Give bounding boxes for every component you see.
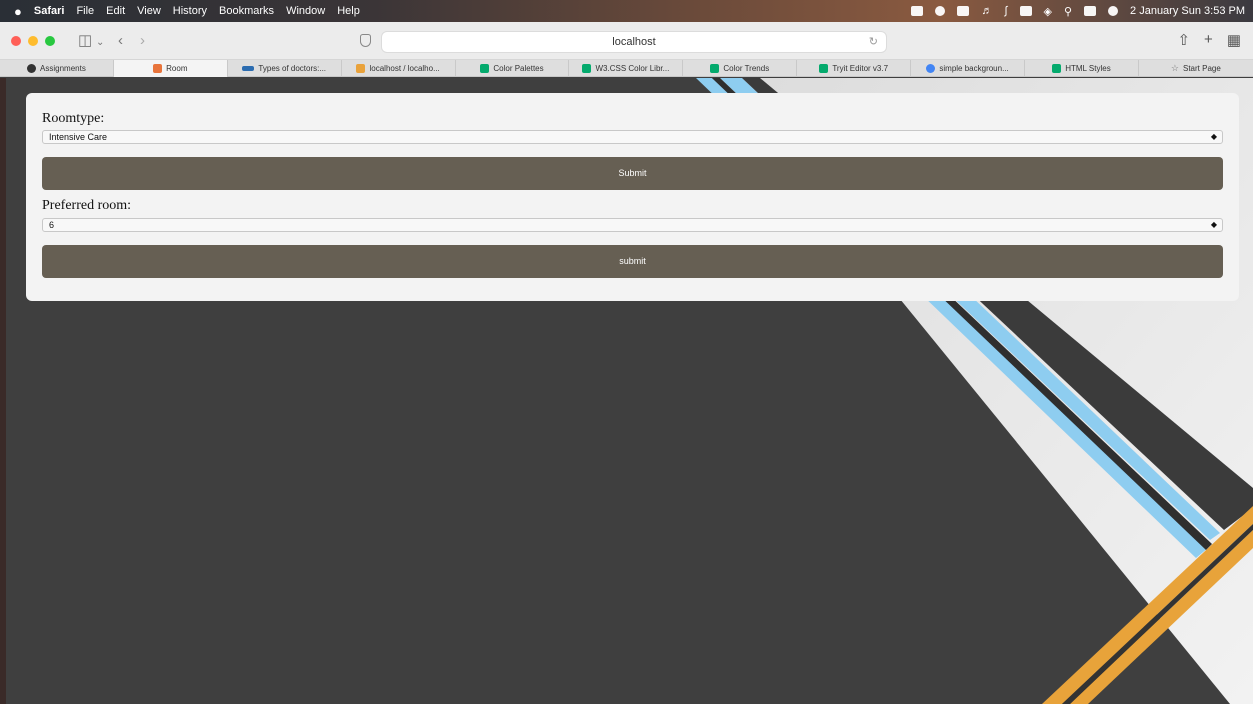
spotlight-search-icon[interactable]: ⚲ [1064,5,1072,18]
url-text: localhost [612,36,656,48]
screen-share-icon[interactable] [911,6,924,16]
share-icon[interactable]: ⇧ [1177,31,1190,49]
menu-file[interactable]: File [76,5,94,17]
privacy-shield-icon[interactable] [360,34,371,47]
new-tab-button[interactable]: + [1204,31,1213,49]
zoom-window-button[interactable] [45,36,55,46]
room-form-card: Roomtype: Intensive Care ◆ Submit Prefer… [26,93,1239,301]
page-viewport: Roomtype: Intensive Care ◆ Submit Prefer… [0,78,1253,704]
tab-start-page[interactable]: ☆ Start Page [1139,60,1253,77]
minimize-window-button[interactable] [28,36,38,46]
menu-bookmarks[interactable]: Bookmarks [219,5,274,17]
tab-room[interactable]: Room [113,60,228,77]
tab-label: Start Page [1182,64,1221,73]
battery-icon[interactable] [1019,6,1032,16]
menu-window[interactable]: Window [286,5,325,17]
submit-roomtype-button[interactable]: Submit [42,157,1223,190]
roomtype-selected-value: Intensive Care [49,132,108,142]
select-arrows-icon: ◆ [1210,220,1217,229]
input-source-icon[interactable] [957,6,970,16]
reload-icon[interactable]: ↻ [869,32,878,52]
select-arrows-icon: ◆ [1210,132,1217,141]
siri-icon[interactable] [1108,6,1119,16]
tab-favicon-icon [27,64,37,73]
forward-button[interactable]: › [140,31,145,51]
window-controls [11,36,55,46]
menubar-clock[interactable]: 2 January Sun 3:53 PM [1130,5,1245,17]
menu-history[interactable]: History [173,5,207,17]
tab-label: Tryit Editor v3.7 [832,64,889,73]
tab-label: localhost / localho... [369,64,440,73]
bluetooth-icon[interactable]: ∫ [1004,5,1007,17]
tab-label: simple backgroun... [939,64,1009,73]
back-button[interactable]: ‹ [118,31,123,51]
app-menu-safari[interactable]: Safari [34,5,65,17]
tab-favicon-icon [819,64,829,73]
close-window-button[interactable] [11,36,21,46]
tab-tryit-editor[interactable]: Tryit Editor v3.7 [797,60,912,77]
tab-bar: Assignments Room Types of doctors:... lo… [0,60,1253,77]
tab-favicon-icon [582,64,592,73]
tab-label: Assignments [40,64,86,73]
control-center-icon[interactable] [1084,6,1097,16]
tab-html-styles[interactable]: HTML Styles [1025,60,1139,77]
browser-toolbar: ◫ ⌄ ‹ › localhost ↻ ⇧ + ▦ [0,22,1253,60]
tab-favicon-icon [1052,64,1062,73]
volume-icon[interactable]: ♬ [981,5,992,17]
tab-label: W3.CSS Color Libr... [595,64,670,73]
tab-label: HTML Styles [1065,64,1111,73]
chevron-down-icon[interactable]: ⌄ [96,33,104,53]
tab-localhost[interactable]: localhost / localho... [342,60,456,77]
tab-favicon-icon [356,64,366,73]
tab-color-palettes[interactable]: Color Palettes [456,60,570,77]
tab-types-of-doctors[interactable]: Types of doctors:... [228,60,342,77]
apple-menu-icon[interactable]: ● [14,4,22,19]
tab-label: Room [166,64,188,73]
star-icon: ☆ [1170,63,1179,73]
tab-simple-background[interactable]: simple backgroun... [911,60,1026,77]
roomtype-select[interactable]: Intensive Care ◆ [42,130,1223,144]
menu-edit[interactable]: Edit [106,5,125,17]
preferred-room-select[interactable]: 6 ◆ [42,218,1223,232]
tab-label: Color Palettes [493,64,544,73]
macos-menu-bar: ● Safari File Edit View History Bookmark… [0,0,1253,22]
menu-view[interactable]: View [137,5,161,17]
wifi-icon[interactable]: ◈ [1044,5,1052,18]
tab-favicon-icon [153,64,163,73]
submit-preferred-room-button[interactable]: submit [42,245,1223,278]
tab-label: Color Trends [723,64,770,73]
address-bar[interactable]: localhost ↻ [381,31,887,53]
tab-favicon-icon [242,66,255,71]
google-icon [926,64,936,73]
tab-color-trends[interactable]: Color Trends [683,60,798,77]
preferred-room-selected-value: 6 [49,220,55,230]
tab-favicon-icon [480,64,490,73]
tab-label: Types of doctors:... [258,64,327,73]
record-icon[interactable] [935,6,946,16]
tab-w3css-color-library[interactable]: W3.CSS Color Libr... [569,60,684,77]
preferred-room-label: Preferred room: [42,198,132,213]
menu-help[interactable]: Help [337,5,360,17]
tab-overview-icon[interactable]: ▦ [1227,31,1241,49]
tab-assignments[interactable]: Assignments [0,60,114,77]
tab-favicon-icon [710,64,720,73]
sidebar-toggle-icon[interactable]: ◫ [78,31,92,51]
roomtype-label: Roomtype: [42,111,105,126]
